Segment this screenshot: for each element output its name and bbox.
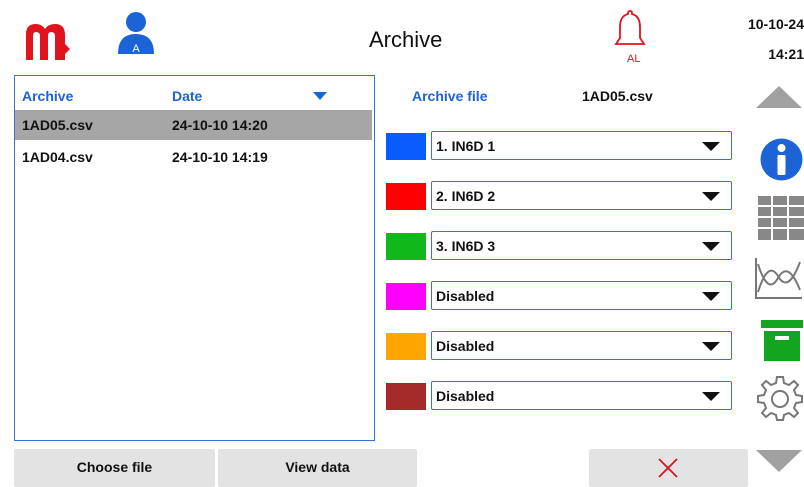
archive-file-list[interactable]: Archive Date 1AD05.csv 24-10-10 14:20 1A… bbox=[14, 75, 375, 441]
settings-icon[interactable] bbox=[757, 375, 803, 421]
chevron-down-icon bbox=[702, 142, 720, 151]
file-date: 24-10-10 14:20 bbox=[172, 117, 268, 133]
choose-file-label: Choose file bbox=[76, 459, 153, 475]
view-data-label: View data bbox=[285, 459, 350, 475]
channel-1-value: 1. IN6D 1 bbox=[436, 138, 496, 154]
file-row[interactable]: 1AD05.csv 24-10-10 14:20 bbox=[15, 110, 372, 140]
view-data-button[interactable]: View data bbox=[218, 449, 417, 487]
column-header-date[interactable]: Date bbox=[172, 88, 202, 104]
page-title: Archive bbox=[369, 27, 443, 52]
scroll-down-icon[interactable] bbox=[754, 448, 804, 474]
archive-icon[interactable] bbox=[761, 320, 803, 362]
chevron-down-icon bbox=[702, 292, 720, 301]
channel-1-color-swatch bbox=[386, 133, 426, 160]
info-icon[interactable] bbox=[759, 137, 804, 182]
channel-6-color-swatch bbox=[386, 383, 426, 410]
archive-file-label: Archive file bbox=[412, 88, 488, 104]
close-icon bbox=[658, 458, 678, 478]
sort-descending-icon[interactable] bbox=[313, 92, 327, 100]
channel-5-color-swatch bbox=[386, 333, 426, 360]
channel-2-value: 2. IN6D 2 bbox=[436, 188, 496, 204]
channel-3-select[interactable]: 3. IN6D 3 bbox=[431, 231, 732, 260]
time-display: 14:21 bbox=[768, 46, 804, 62]
table-icon[interactable] bbox=[758, 196, 804, 240]
channel-2-select[interactable]: 2. IN6D 2 bbox=[431, 181, 732, 210]
channel-4-color-swatch bbox=[386, 283, 426, 310]
file-date: 24-10-10 14:19 bbox=[172, 149, 268, 165]
user-badge: A bbox=[132, 43, 140, 55]
date-display: 10-10-24 bbox=[747, 16, 804, 32]
channel-6-value: Disabled bbox=[436, 388, 495, 404]
close-button[interactable] bbox=[589, 449, 748, 487]
channel-6-select[interactable]: Disabled bbox=[431, 381, 732, 410]
chevron-down-icon bbox=[702, 242, 720, 251]
channel-5-value: Disabled bbox=[436, 338, 495, 354]
chevron-down-icon bbox=[702, 192, 720, 201]
scroll-up-icon[interactable] bbox=[754, 84, 804, 110]
chart-icon[interactable] bbox=[754, 256, 804, 300]
archive-file-value: 1AD05.csv bbox=[582, 88, 653, 104]
channel-3-color-swatch bbox=[386, 233, 426, 260]
file-name: 1AD04.csv bbox=[22, 149, 93, 165]
channel-3-value: 3. IN6D 3 bbox=[436, 238, 496, 254]
alarm-label: AL bbox=[627, 53, 641, 65]
file-row[interactable]: 1AD04.csv 24-10-10 14:19 bbox=[15, 142, 372, 172]
choose-file-button[interactable]: Choose file bbox=[14, 449, 215, 487]
column-header-archive[interactable]: Archive bbox=[22, 88, 73, 104]
channel-4-select[interactable]: Disabled bbox=[431, 281, 732, 310]
channel-2-color-swatch bbox=[386, 183, 426, 210]
file-list-header: Archive Date bbox=[15, 76, 374, 110]
brand-logo bbox=[22, 14, 74, 62]
channel-4-value: Disabled bbox=[436, 288, 495, 304]
file-name: 1AD05.csv bbox=[22, 117, 93, 133]
channel-5-select[interactable]: Disabled bbox=[431, 331, 732, 360]
chevron-down-icon bbox=[702, 342, 720, 351]
channel-1-select[interactable]: 1. IN6D 1 bbox=[431, 131, 732, 160]
chevron-down-icon bbox=[702, 392, 720, 401]
user-icon[interactable]: A bbox=[116, 10, 156, 58]
